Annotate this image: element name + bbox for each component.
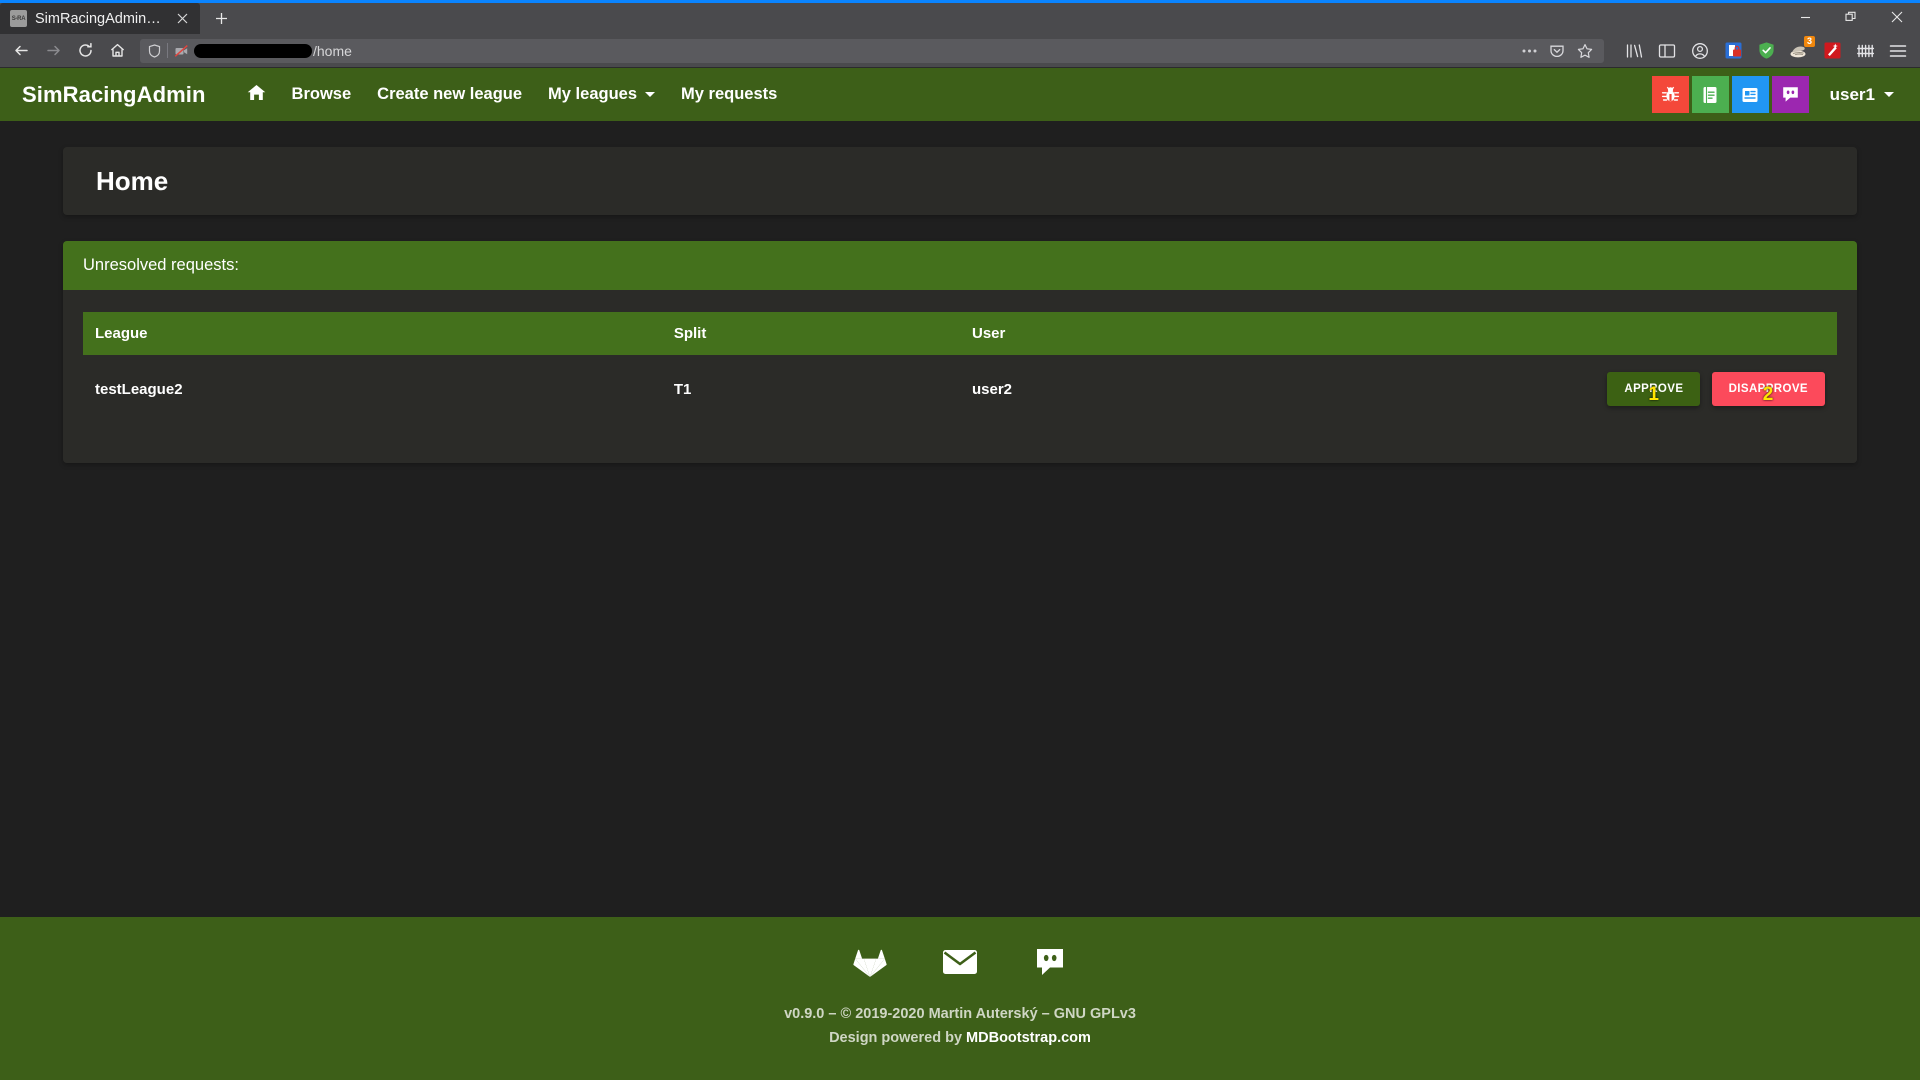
browser-navigation-bar: /home 3 bbox=[0, 34, 1920, 68]
shield-extension-icon[interactable] bbox=[1750, 37, 1782, 65]
restore-icon[interactable] bbox=[1828, 0, 1874, 34]
urlbar-actions bbox=[1516, 40, 1598, 62]
browser-chrome: S-RA SimRacingAdmin - Home bbox=[0, 0, 1920, 68]
column-header-league[interactable]: League bbox=[83, 312, 662, 355]
urlbar-separator bbox=[167, 43, 168, 58]
column-header-split[interactable]: Split bbox=[662, 312, 960, 355]
mdbootstrap-link[interactable]: MDBootstrap.com bbox=[966, 1030, 1091, 1046]
nav-links: Browse Create new league My leagues My r… bbox=[234, 76, 791, 114]
footer-credit-prefix: Design powered by bbox=[829, 1029, 967, 1046]
footer-credit: Design powered by MDBootstrap.com bbox=[784, 1027, 1136, 1051]
navbar-right: user1 bbox=[1651, 76, 1898, 113]
footer-social-icons bbox=[851, 943, 1069, 981]
page-footer: v0.9.0 – © 2019-2020 Martin Auterský – G… bbox=[0, 917, 1920, 1080]
table-head: League Split User bbox=[83, 312, 1837, 355]
extension-lock-icon[interactable] bbox=[1717, 37, 1749, 65]
pocket-icon[interactable] bbox=[1544, 40, 1570, 62]
brand-logo[interactable]: SimRacingAdmin bbox=[22, 82, 206, 108]
page-content: Home Unresolved requests: League Split U… bbox=[0, 121, 1920, 463]
grid-extension-icon[interactable] bbox=[1849, 37, 1881, 65]
card-body: League Split User testLeague2 T1 user2 A… bbox=[63, 290, 1857, 463]
unresolved-requests-card: Unresolved requests: League Split User t… bbox=[63, 241, 1857, 463]
nav-home-link[interactable] bbox=[234, 76, 279, 114]
cell-user: user2 bbox=[971, 380, 1013, 398]
approve-button[interactable]: APPROVE 1 bbox=[1607, 372, 1701, 406]
close-icon[interactable] bbox=[172, 9, 192, 29]
forward-arrow-icon bbox=[38, 37, 68, 65]
url-text: /home bbox=[194, 43, 1511, 59]
back-arrow-icon[interactable] bbox=[6, 37, 36, 65]
nav-link-label: My leagues bbox=[548, 85, 638, 103]
table-header-row: League Split User bbox=[83, 312, 1837, 355]
magic-wand-icon[interactable] bbox=[1816, 37, 1848, 65]
chevron-down-icon bbox=[645, 92, 656, 97]
email-icon[interactable] bbox=[941, 943, 979, 981]
star-icon[interactable] bbox=[1572, 40, 1598, 62]
card-header-title: Unresolved requests: bbox=[63, 241, 1857, 290]
gitlab-icon[interactable] bbox=[851, 943, 889, 981]
app-navbar: SimRacingAdmin Browse Create new league … bbox=[0, 68, 1920, 121]
sidebar-icon[interactable] bbox=[1651, 37, 1683, 65]
table-row: testLeague2 T1 user2 APPROVE 1 DISAPPROV… bbox=[83, 355, 1837, 423]
user-menu-label: user1 bbox=[1829, 84, 1875, 104]
window-close-icon[interactable] bbox=[1874, 0, 1920, 34]
account-icon[interactable] bbox=[1684, 37, 1716, 65]
nav-my-leagues-dropdown[interactable]: My leagues bbox=[535, 77, 668, 112]
table-body: testLeague2 T1 user2 APPROVE 1 DISAPPROV… bbox=[83, 355, 1837, 423]
footer-text: v0.9.0 – © 2019-2020 Martin Auterský – G… bbox=[784, 1003, 1136, 1051]
redacted-url-bar bbox=[194, 43, 312, 58]
bug-report-icon[interactable] bbox=[1651, 76, 1689, 113]
nav-my-requests-link[interactable]: My requests bbox=[668, 77, 790, 112]
nav-link-label: Create new league bbox=[377, 85, 523, 103]
discord-icon[interactable] bbox=[1031, 943, 1069, 981]
extension-badge-count: 3 bbox=[1803, 35, 1815, 47]
page-title: Home bbox=[96, 165, 169, 196]
tab-strip: S-RA SimRacingAdmin - Home bbox=[0, 0, 1920, 34]
new-tab-button[interactable] bbox=[204, 3, 238, 34]
hamburger-menu-icon[interactable] bbox=[1882, 37, 1914, 65]
page-actions-ellipsis-icon[interactable] bbox=[1516, 40, 1542, 62]
shield-icon[interactable] bbox=[146, 43, 162, 59]
tab-title: SimRacingAdmin - Home bbox=[35, 10, 164, 27]
minimize-icon[interactable] bbox=[1782, 0, 1828, 34]
camera-blocked-icon[interactable] bbox=[173, 43, 189, 59]
requests-table: League Split User testLeague2 T1 user2 A… bbox=[83, 312, 1837, 423]
home-icon bbox=[247, 84, 266, 106]
window-controls bbox=[1782, 0, 1920, 34]
changelog-article-icon[interactable] bbox=[1731, 76, 1769, 113]
column-header-user[interactable]: User bbox=[960, 312, 1451, 355]
cell-split: T1 bbox=[673, 380, 692, 398]
documentation-book-icon[interactable] bbox=[1691, 76, 1729, 113]
cell-actions: APPROVE 1 DISAPPROVE 2 bbox=[1451, 355, 1837, 423]
disapprove-button[interactable]: DISAPPROVE 2 bbox=[1711, 372, 1825, 406]
url-bar[interactable]: /home bbox=[140, 38, 1604, 63]
approve-button-label: APPROVE bbox=[1624, 383, 1684, 395]
nav-browse-link[interactable]: Browse bbox=[279, 77, 365, 112]
nav-create-new-league-link[interactable]: Create new league bbox=[364, 77, 535, 112]
home-icon[interactable] bbox=[102, 37, 132, 65]
footer-copyright: v0.9.0 – © 2019-2020 Martin Auterský – G… bbox=[784, 1006, 1136, 1022]
cell-league: testLeague2 bbox=[95, 380, 183, 398]
disapprove-button-label: DISAPPROVE bbox=[1728, 383, 1808, 395]
page-favicon: S-RA bbox=[10, 10, 27, 27]
library-icon[interactable] bbox=[1618, 37, 1650, 65]
column-header-actions bbox=[1451, 312, 1837, 355]
nav-link-label: Browse bbox=[291, 85, 352, 103]
url-path: /home bbox=[313, 42, 352, 59]
browser-tab[interactable]: S-RA SimRacingAdmin - Home bbox=[0, 3, 200, 34]
user-menu-dropdown[interactable]: user1 bbox=[1826, 79, 1898, 111]
reload-icon[interactable] bbox=[70, 37, 100, 65]
browser-toolbar-icons: 3 bbox=[1612, 35, 1914, 65]
application-viewport: SimRacingAdmin Browse Create new league … bbox=[0, 68, 1920, 1080]
page-header-card: Home bbox=[63, 147, 1857, 215]
discord-icon[interactable] bbox=[1771, 76, 1809, 113]
nav-link-label: My requests bbox=[681, 85, 778, 103]
chevron-down-icon bbox=[1884, 92, 1894, 97]
extension-badge-icon[interactable]: 3 bbox=[1783, 35, 1815, 65]
